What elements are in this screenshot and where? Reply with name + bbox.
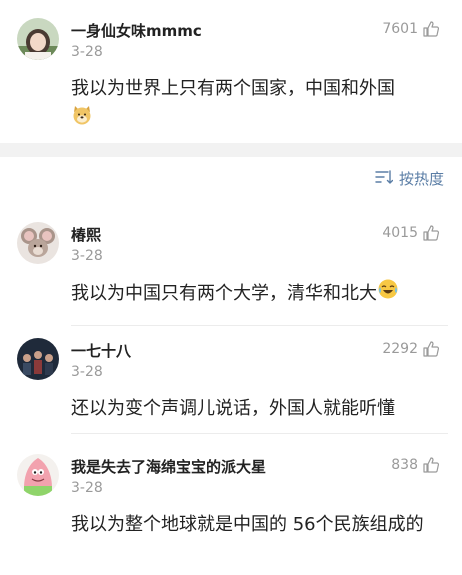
thumbs-up-icon [422, 224, 440, 242]
like-button[interactable]: 838 [391, 456, 440, 474]
avatar[interactable] [17, 222, 59, 264]
comment-text: 还以为变个声调儿说话，外国人就能听懂 [71, 398, 395, 419]
comment-item: 一七十八 3-28 2292 还以为变个声调儿说话，外国人就能听懂 [0, 326, 462, 442]
comment-date: 3-28 [71, 480, 103, 496]
avatar[interactable] [17, 338, 59, 380]
comment-text: 我以为中国只有两个大学，清华和北大 [71, 278, 448, 310]
doge-emoji-icon [71, 104, 93, 136]
comment-date: 3-28 [71, 44, 103, 60]
section-divider [0, 143, 462, 157]
comment-item: 椿熙 3-28 4015 我以为中国只有两个大学，清华和北大 [0, 210, 462, 326]
comment-text: 我以为整个地球就是中国的 56个民族组成的 [71, 514, 424, 535]
like-count: 7601 [382, 21, 418, 37]
thumbs-up-icon [422, 20, 440, 38]
username[interactable]: 一身仙女味mmmc [71, 20, 202, 41]
laugh-cry-emoji-icon [377, 278, 399, 310]
username[interactable]: 椿熙 [71, 224, 101, 245]
comment-date: 3-28 [71, 248, 103, 264]
username[interactable]: 我是失去了海绵宝宝的派大星 [71, 456, 266, 477]
thumbs-up-icon [422, 456, 440, 474]
like-count: 838 [391, 457, 418, 473]
like-button[interactable]: 7601 [382, 20, 440, 38]
comment-item: 我是失去了海绵宝宝的派大星 3-28 838 我以为整个地球就是中国的 56个民… [0, 442, 462, 575]
sort-by-hot-button[interactable]: 按热度 [375, 168, 444, 189]
comment-item: 一身仙女味mmmc 3-28 7601 我以为世界上只有两个国家，中国和外国 [0, 0, 462, 143]
comment-text: 我以为世界上只有两个国家，中国和外国 [71, 74, 448, 136]
like-button[interactable]: 2292 [382, 340, 440, 358]
thumbs-up-icon [422, 340, 440, 358]
like-button[interactable]: 4015 [382, 224, 440, 242]
avatar[interactable] [17, 454, 59, 496]
username[interactable]: 一七十八 [71, 340, 131, 361]
comment-date: 3-28 [71, 364, 103, 380]
comment-divider [71, 433, 448, 434]
sort-label: 按热度 [398, 170, 444, 188]
avatar[interactable] [17, 18, 59, 60]
like-count: 4015 [382, 225, 418, 241]
sort-icon [375, 169, 394, 189]
like-count: 2292 [382, 341, 418, 357]
